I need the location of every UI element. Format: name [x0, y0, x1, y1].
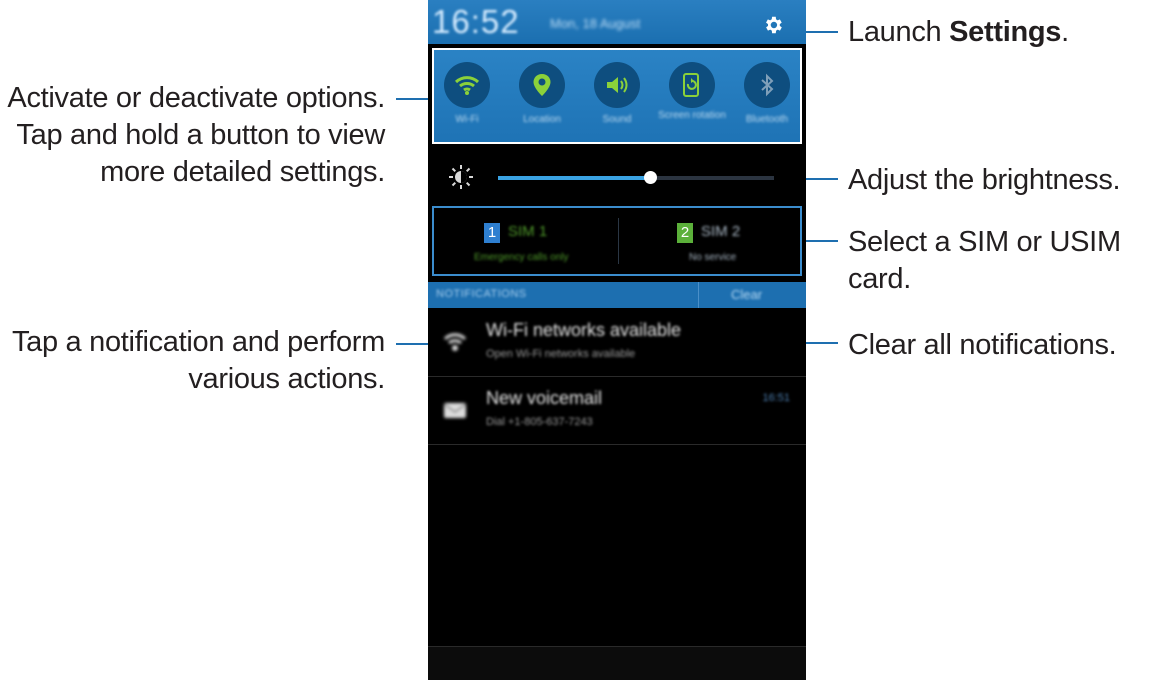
bluetooth-icon — [761, 73, 774, 97]
options-leader-line — [396, 98, 432, 100]
notification-subtitle: Dial +1-805-637-7243 — [486, 416, 593, 428]
options-callout-line-2: Tap and hold a button to view — [16, 119, 385, 151]
brightness-slider-fill — [498, 176, 650, 180]
notification-title: Wi-Fi networks available — [486, 320, 682, 340]
notifications-header: NOTIFICATIONS Clear — [428, 282, 806, 308]
sim2-name: SIM 2 — [701, 223, 741, 240]
screen-rotation-toggle[interactable] — [669, 62, 715, 108]
screen-rotation-label: Screen rotation — [658, 110, 726, 121]
gear-icon[interactable] — [762, 14, 784, 36]
sim2-badge: 2 — [677, 223, 693, 243]
notification-voicemail[interactable]: New voicemail Dial +1-805-637-7243 16:51 — [428, 378, 806, 445]
wifi-notification-icon — [443, 333, 467, 351]
settings-callout-text: Launch — [848, 16, 950, 48]
quick-settings-panel: Wi-Fi Location Sound Screen rotation Blu… — [432, 48, 802, 144]
sim-selector: 1 SIM 1 Emergency calls only 2 SIM 2 No … — [432, 206, 802, 276]
clear-button-label: Clear — [731, 287, 763, 302]
location-toggle[interactable] — [519, 62, 565, 108]
brightness-slider-track[interactable] — [498, 171, 774, 184]
settings-callout-period: . — [1061, 16, 1069, 48]
clear-callout: Clear all notifications. — [848, 329, 1117, 361]
sound-icon — [607, 77, 628, 93]
sim1-status: Emergency calls only — [474, 252, 569, 263]
sim1-name: SIM 1 — [508, 223, 548, 240]
bluetooth-toggle[interactable] — [744, 62, 790, 108]
panel-bottom-handle[interactable] — [428, 646, 806, 680]
options-callout-line-1: Activate or deactivate options. — [7, 82, 385, 114]
screen-rotation-icon — [683, 73, 699, 97]
sim2-status: No service — [689, 252, 737, 263]
sound-toggle[interactable] — [594, 62, 640, 108]
sim2-option[interactable]: 2 SIM 2 No service — [619, 206, 802, 276]
notification-subtitle: Open Wi-Fi networks available — [486, 348, 636, 360]
location-icon — [533, 74, 551, 96]
wifi-toggle[interactable] — [444, 62, 490, 108]
sim-leader-line — [804, 240, 838, 242]
notification-callout: Tap a notification and perform various a… — [0, 324, 385, 398]
sound-label: Sound — [602, 114, 632, 125]
brightness-icon — [449, 165, 473, 189]
wifi-icon — [454, 76, 480, 95]
sim1-badge: 1 — [484, 223, 500, 243]
notification-title: New voicemail — [486, 388, 603, 408]
settings-callout-bold: Settings — [949, 16, 1062, 48]
brightness-slider-knob[interactable] — [643, 171, 657, 184]
date: Mon, 18 August — [550, 16, 641, 31]
brightness-bar — [428, 152, 806, 202]
status-bar: 16:52 Mon, 18 August — [428, 0, 806, 44]
notification-wifi[interactable]: Wi-Fi networks available Open Wi-Fi netw… — [428, 310, 806, 377]
options-callout-line-3: more detailed settings. — [100, 156, 385, 188]
notification-time: 16:51 — [762, 392, 790, 404]
notification-callout-line-1: Tap a notification and perform — [11, 326, 385, 358]
phone-notification-panel: 16:52 Mon, 18 August Wi-Fi Location Soun… — [428, 0, 806, 680]
notifications-header-label: NOTIFICATIONS — [436, 288, 527, 300]
clear-button[interactable]: Clear — [698, 282, 806, 308]
bluetooth-label: Bluetooth — [745, 114, 789, 125]
sim1-option[interactable]: 1 SIM 1 Emergency calls only — [432, 206, 618, 276]
settings-callout: Launch Settings. — [848, 14, 1069, 51]
brightness-callout: Adjust the brightness. — [848, 164, 1121, 196]
wifi-label: Wi-Fi — [455, 114, 479, 125]
sim-callout: Select a SIM or USIM card. — [848, 226, 1121, 295]
options-callout: Activate or deactivate options. Tap and … — [0, 80, 385, 191]
voicemail-icon — [443, 403, 467, 418]
clock: 16:52 — [432, 3, 520, 40]
notification-callout-line-2: various actions. — [188, 363, 385, 395]
location-label: Location — [523, 114, 561, 125]
